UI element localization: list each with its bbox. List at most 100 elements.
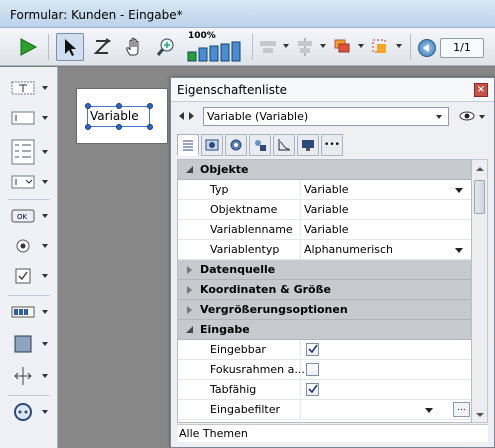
value-dropdown-arrow[interactable] (455, 248, 463, 253)
resize-handle[interactable] (85, 103, 91, 109)
group-eingabe[interactable]: Eingabe (178, 320, 471, 340)
run-icon[interactable] (14, 33, 42, 61)
panel-titlebar[interactable]: Eigenschaftenliste × (171, 78, 494, 102)
arrow-select-icon[interactable] (56, 33, 84, 61)
scroll-down-icon[interactable] (473, 410, 487, 420)
property-name: Eingabefilter (210, 403, 281, 416)
fokusrahmen-checkbox[interactable] (306, 363, 319, 376)
column-divider (300, 400, 301, 420)
group-datenquelle[interactable]: Datenquelle (178, 260, 471, 280)
zoom-icon[interactable] (152, 33, 180, 61)
shapes-tab-icon[interactable] (249, 134, 271, 156)
hand-icon[interactable] (120, 33, 148, 61)
object-selector-value: Variable (Variable) (207, 110, 309, 123)
object-toolbox: OK (0, 67, 58, 448)
rectangle-icon[interactable] (10, 333, 48, 355)
bar-zoom-icon[interactable]: 100% (186, 31, 246, 63)
ellipsis-button[interactable]: ... (453, 402, 470, 417)
display-tab-icon[interactable] (297, 134, 319, 156)
ok-button-icon[interactable]: OK (10, 205, 48, 227)
scrollbar-thumb[interactable] (474, 180, 485, 214)
group-koordinaten[interactable]: Koordinaten & Größe (178, 280, 471, 300)
next-object-icon[interactable] (189, 112, 194, 120)
align-icon[interactable] (254, 33, 282, 61)
selection-icon[interactable] (366, 33, 394, 61)
progress-bar-icon[interactable] (10, 301, 48, 323)
page-indicator[interactable]: 1/1 (440, 38, 484, 58)
checkbox-icon[interactable] (10, 265, 48, 287)
settings-tab-icon[interactable] (225, 134, 247, 156)
layers-icon[interactable] (329, 33, 357, 61)
group-label: Vergrößerungsoptionen (200, 303, 348, 316)
eye-icon[interactable] (459, 108, 475, 124)
chart-tab-icon[interactable] (273, 134, 295, 156)
property-name: Objektname (210, 203, 278, 216)
group-vergroesserung[interactable]: Vergrößerungsoptionen (178, 300, 471, 320)
property-value[interactable]: Alphanumerisch (304, 243, 393, 256)
plugin-icon[interactable] (10, 401, 48, 423)
property-row[interactable]: Variablentyp Alphanumerisch (178, 240, 471, 260)
collapse-triangle-icon[interactable] (186, 326, 194, 334)
layers-dropdown-arrow[interactable] (358, 44, 364, 48)
property-value[interactable]: Variable (304, 183, 349, 196)
zoom-level: 100% (188, 31, 216, 41)
property-value[interactable]: Variable (304, 223, 349, 236)
list-tab-icon[interactable] (177, 134, 199, 156)
collapse-triangle-icon[interactable] (186, 166, 194, 174)
resize-handle[interactable] (147, 124, 153, 130)
property-list-panel: Eigenschaftenliste × Variable (Variable)… (170, 77, 495, 448)
expand-triangle-icon[interactable] (186, 266, 194, 274)
toolbar-divider (252, 34, 253, 60)
object-selector[interactable]: Variable (Variable) (203, 107, 449, 126)
property-row[interactable]: Eingabefilter... (178, 400, 471, 420)
group-objekte[interactable]: Objekte (178, 160, 471, 180)
radio-icon[interactable] (10, 235, 48, 257)
tabfaehig-checkbox[interactable] (306, 383, 319, 396)
toolbox-divider (8, 395, 50, 396)
splitter-icon[interactable] (10, 365, 48, 387)
toolbox-divider (8, 295, 50, 296)
status-label: Alle Themen (179, 427, 248, 440)
value-dropdown-arrow[interactable] (425, 408, 433, 413)
prev-object-icon[interactable] (179, 112, 184, 120)
window-title: Formular: Kunden - Eingabe* (10, 8, 183, 22)
property-grid: Objekte Typ Variable Objektname Variable V… (177, 159, 472, 423)
property-name: Typ (210, 183, 229, 196)
property-row[interactable]: Fokusrahmen a... (178, 360, 471, 380)
scroll-up-icon[interactable] (473, 164, 487, 174)
object-tab-icon[interactable] (201, 134, 223, 156)
more-tab-icon[interactable]: ••• (321, 134, 343, 156)
tab-order-icon[interactable] (88, 33, 116, 61)
object-selector-row: Variable (Variable) (171, 102, 494, 130)
distribute-icon[interactable] (291, 33, 319, 61)
prev-page-icon[interactable] (418, 39, 436, 57)
property-row[interactable]: Variablenname Variable (178, 220, 471, 240)
value-dropdown-arrow[interactable] (455, 188, 463, 193)
distribute-dropdown-arrow[interactable] (320, 44, 326, 48)
property-row[interactable]: Tabfähig (178, 380, 471, 400)
property-row[interactable]: Typ Variable (178, 180, 471, 200)
resize-handle[interactable] (85, 124, 91, 130)
close-icon[interactable]: × (474, 83, 488, 97)
eingebbar-checkbox[interactable] (306, 343, 319, 356)
list-icon[interactable] (10, 137, 48, 167)
selection-dropdown-arrow[interactable] (396, 44, 402, 48)
align-dropdown-arrow[interactable] (283, 44, 289, 48)
resize-handle[interactable] (147, 103, 153, 109)
column-divider (300, 220, 301, 240)
text-object-icon[interactable] (10, 77, 48, 99)
field-icon[interactable] (10, 107, 48, 129)
toolbox-divider (8, 199, 50, 200)
expand-triangle-icon[interactable] (186, 306, 194, 314)
toolbar-divider (410, 34, 411, 60)
property-scrollbar[interactable] (472, 159, 488, 423)
property-value[interactable]: Variable (304, 203, 349, 216)
eye-dropdown-arrow[interactable] (479, 115, 485, 119)
resize-handle[interactable] (116, 103, 122, 109)
column-divider (300, 380, 301, 400)
expand-triangle-icon[interactable] (186, 286, 194, 294)
resize-handle[interactable] (116, 124, 122, 130)
property-row[interactable]: Eingebbar (178, 340, 471, 360)
property-row[interactable]: Objektname Variable (178, 200, 471, 220)
dropdown-field-icon[interactable] (10, 171, 48, 193)
